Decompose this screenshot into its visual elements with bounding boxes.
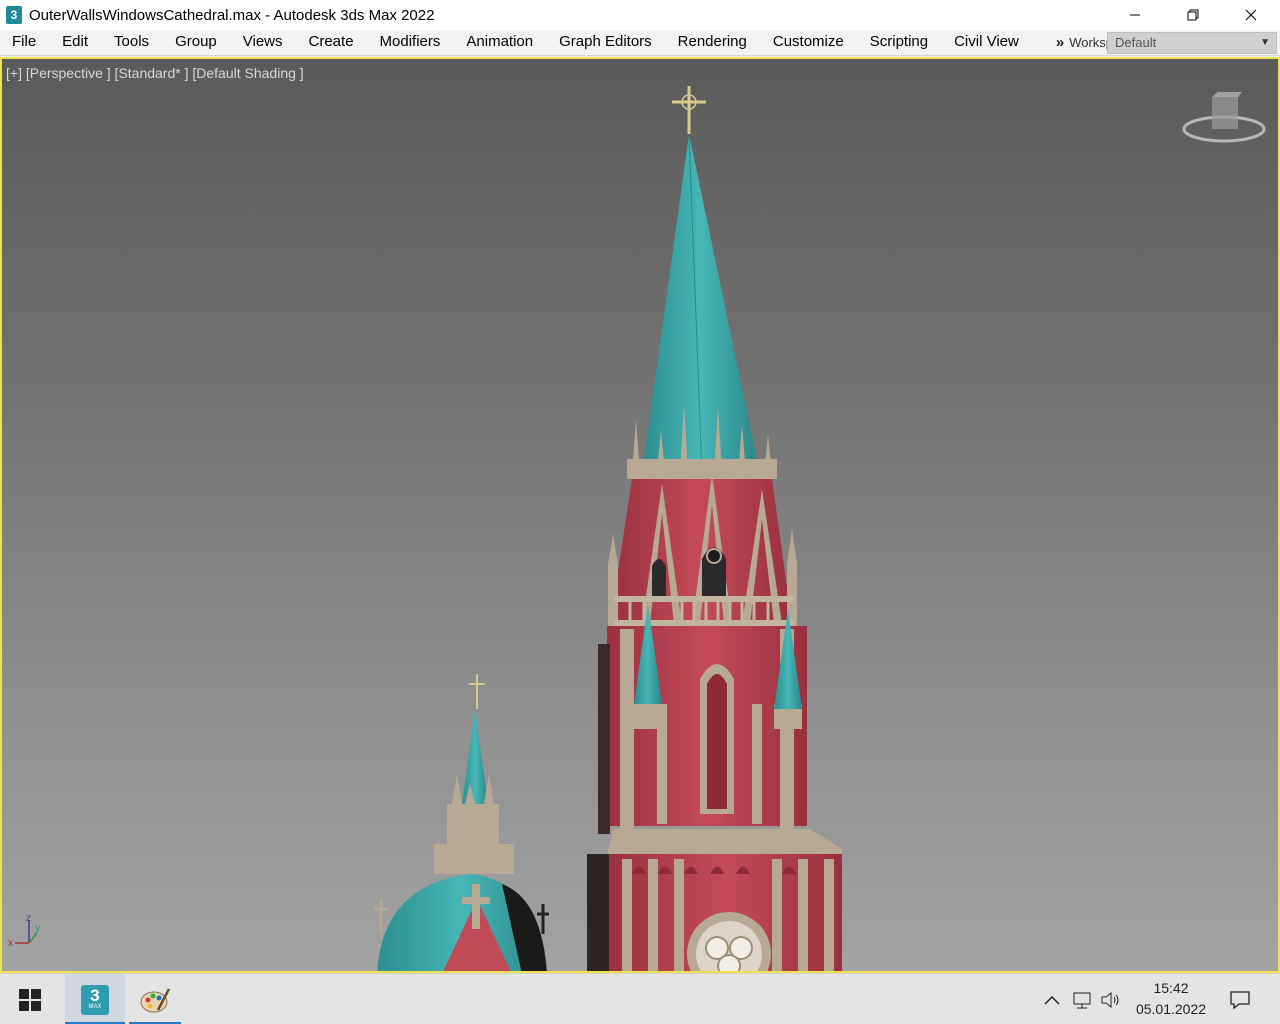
axis-z-label: z — [26, 915, 31, 924]
menu-animation[interactable]: Animation — [453, 30, 546, 56]
tray-network[interactable] — [1070, 974, 1096, 1024]
axis-y-label: y — [35, 923, 40, 934]
3dsmax-app-icon[interactable]: 3 — [6, 6, 22, 24]
axis-x-label: x — [8, 938, 13, 949]
windows-logo-icon — [19, 988, 41, 1011]
network-icon — [1073, 992, 1091, 1008]
speaker-icon — [1101, 991, 1119, 1008]
menu-file[interactable]: File — [0, 30, 49, 56]
taskbar-3dsmax[interactable]: 3 MAX — [65, 974, 125, 1024]
close-button[interactable] — [1222, 0, 1280, 30]
menu-scripting[interactable]: Scripting — [857, 30, 941, 56]
tray-overflow-button[interactable] — [1040, 974, 1064, 1024]
max-tile-caption: MAX — [88, 1004, 102, 1010]
menu-civil-view[interactable]: Civil View — [941, 30, 1032, 56]
menu-group[interactable]: Group — [162, 30, 230, 56]
window-controls — [1106, 0, 1280, 30]
menu-overflow-chevron-icon[interactable]: » — [1056, 34, 1065, 51]
restore-icon — [1187, 9, 1199, 21]
menu-create[interactable]: Create — [296, 30, 367, 56]
axis-tripod-icon: x y z — [8, 915, 40, 949]
menu-bar: File Edit Tools Group Views Create Modif… — [0, 30, 1280, 56]
clock-date: 05.01.2022 — [1135, 1001, 1207, 1017]
paint-palette-icon — [140, 987, 170, 1012]
menu-modifiers[interactable]: Modifiers — [367, 30, 454, 56]
action-center-button[interactable] — [1222, 974, 1258, 1024]
chevron-up-icon — [1044, 995, 1060, 1005]
start-button[interactable] — [0, 974, 60, 1024]
cathedral-scene — [374, 86, 842, 971]
notification-icon — [1230, 990, 1250, 1009]
secondary-dome-tower — [374, 674, 549, 971]
viewcube-icon[interactable] — [1180, 89, 1270, 149]
tray-volume[interactable] — [1098, 974, 1124, 1024]
perspective-viewport[interactable]: [+] [Perspective ] [Standard* ] [Default… — [0, 57, 1280, 973]
workspaces-value: Default — [1115, 35, 1157, 50]
clock-time: 15:42 — [1153, 980, 1189, 996]
taskbar-clock[interactable]: 15:42 05.01.2022 — [1128, 978, 1214, 1020]
minimize-button[interactable] — [1106, 0, 1164, 30]
title-bar: 3 OuterWallsWindowsCathedral.max - Autod… — [0, 0, 1280, 30]
window-title: OuterWallsWindowsCathedral.max - Autodes… — [29, 6, 435, 24]
taskbar: 3 MAX 15:42 05.01.2022 — [0, 973, 1280, 1024]
minimize-icon — [1130, 14, 1140, 16]
close-icon — [1245, 9, 1257, 21]
main-tower — [587, 86, 842, 971]
viewport-label[interactable]: [+] [Perspective ] [Standard* ] [Default… — [6, 65, 304, 81]
3dsmax-icon: 3 MAX — [81, 984, 109, 1015]
menu-customize[interactable]: Customize — [760, 30, 857, 56]
menu-views[interactable]: Views — [230, 30, 296, 56]
workspaces-dropdown[interactable]: Default ▼ — [1107, 32, 1277, 54]
dropdown-arrow-icon: ▼ — [1260, 37, 1270, 48]
max-tile-number: 3 — [90, 986, 100, 1005]
menu-edit[interactable]: Edit — [49, 30, 101, 56]
menu-graph-editors[interactable]: Graph Editors — [546, 30, 665, 56]
menu-rendering[interactable]: Rendering — [665, 30, 760, 56]
restore-button[interactable] — [1164, 0, 1222, 30]
menu-tools[interactable]: Tools — [101, 30, 162, 56]
taskbar-paint[interactable] — [129, 974, 181, 1024]
